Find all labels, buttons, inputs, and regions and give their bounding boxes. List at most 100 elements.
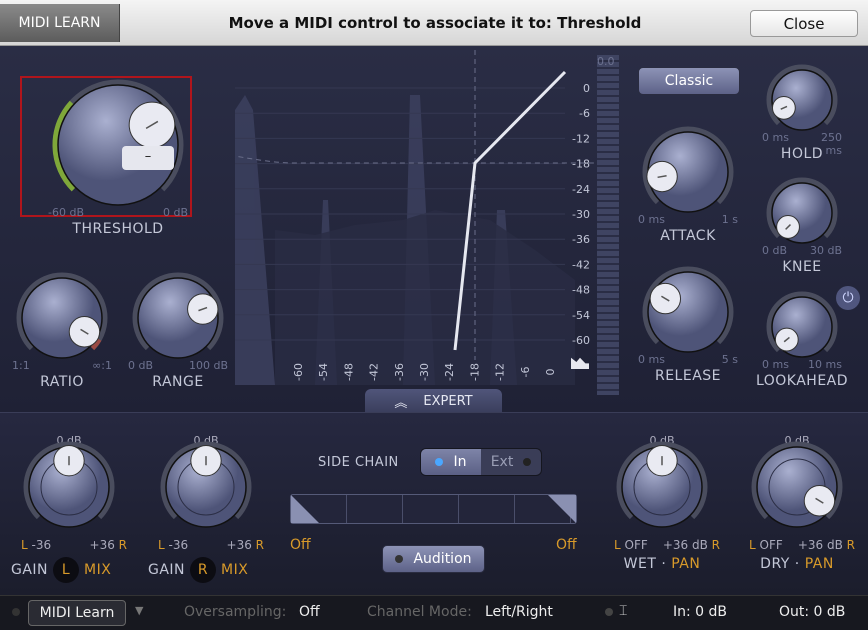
x-tick-label: -60 <box>292 363 305 381</box>
range-label: RANGE <box>152 374 204 390</box>
channel-link-button[interactable]: L <box>53 557 80 583</box>
audition-button[interactable]: Audition <box>382 545 485 573</box>
gain_r-max-label: +36 R <box>226 538 264 552</box>
oversampling-value[interactable]: Off <box>299 604 320 620</box>
y-tick-label: -60 <box>572 334 590 347</box>
chevron-up-icon: ︽ <box>394 395 408 411</box>
release-knob[interactable] <box>640 264 736 364</box>
y-tick-label: -18 <box>572 158 590 171</box>
power-icon[interactable]: ⏻ <box>836 286 860 310</box>
level-meter <box>597 55 619 395</box>
y-tick-label: -12 <box>572 132 590 145</box>
release-min-label: 0 ms <box>638 353 665 366</box>
channel-mode-label: Channel Mode: <box>367 604 472 620</box>
lookahead-min-label: 0 ms <box>762 358 789 371</box>
x-tick-label: -54 <box>317 363 330 381</box>
threshold-min-label: -60 dB <box>48 206 84 219</box>
x-tick-label: -12 <box>494 363 507 381</box>
range-max-label: 100 dB <box>188 359 228 372</box>
side-chain-high-value: Off <box>556 537 577 553</box>
collapse-icon[interactable]: ⌶ <box>619 603 627 619</box>
x-tick-label: -24 <box>443 363 456 381</box>
led-icon <box>523 458 532 466</box>
transfer-graph[interactable]: -60 -54 -48 -42 -36 -30 -24 -18 -12 -6 00-6-12-18-… <box>235 50 595 385</box>
attack-knob[interactable] <box>640 124 736 224</box>
range-min-label: 0 dB <box>128 359 154 372</box>
low-handle[interactable] <box>291 495 319 523</box>
lookahead-label: LOOKAHEAD <box>755 373 849 389</box>
side-chain-range-slider[interactable] <box>290 494 577 524</box>
threshold-label: THRESHOLD <box>72 221 164 237</box>
x-tick-label: 0 <box>544 369 557 376</box>
led-icon <box>435 458 444 466</box>
hold-knob[interactable] <box>764 62 840 142</box>
ratio-label: RATIO <box>40 374 84 390</box>
y-tick-label: -42 <box>572 258 590 271</box>
threshold-max-label: 0 dB <box>162 206 188 219</box>
input-level: In: 0 dB <box>673 604 728 620</box>
range-knob[interactable] <box>130 270 226 370</box>
attack-min-label: 0 ms <box>638 213 665 226</box>
pan-label: PAN <box>671 556 701 572</box>
close-button[interactable]: Close <box>750 10 858 37</box>
gain-label: GAIN <box>148 562 186 578</box>
wet-knob[interactable] <box>614 439 710 539</box>
wet-label: WET <box>623 556 657 572</box>
y-tick-label: -48 <box>572 284 590 297</box>
high-handle[interactable] <box>548 495 576 523</box>
release-label: RELEASE <box>654 368 722 384</box>
side-chain-ext-button[interactable]: Ext <box>481 449 541 475</box>
release-max-label: 5 s <box>721 353 738 366</box>
channel-mode-value[interactable]: Left/Right <box>485 604 553 620</box>
dry-max-label: +36 dB R <box>797 538 855 552</box>
led-icon <box>395 555 404 563</box>
side-chain-low-value: Off <box>290 537 311 553</box>
wet-min-label: L L OFFOFF <box>614 538 648 552</box>
hold-label: HOLD <box>780 146 824 162</box>
dry-min-label: L L OFFOFF <box>749 538 783 552</box>
led-icon <box>605 608 613 616</box>
value-tooltip: – <box>122 146 174 170</box>
x-tick-label: -36 <box>393 363 406 381</box>
attack-label: ATTACK <box>660 228 716 244</box>
expert-toggle[interactable]: ︽ EXPERT <box>365 389 502 413</box>
gain_r-min-label: L L -36-36 <box>158 538 189 552</box>
x-tick-label: -42 <box>368 363 381 381</box>
knee-knob[interactable] <box>764 175 840 255</box>
x-tick-label: -18 <box>468 363 481 381</box>
mix-label: MIX <box>221 562 249 578</box>
x-tick-label: -6 <box>519 367 532 378</box>
midi-learn-button[interactable]: MIDI Learn <box>28 600 126 626</box>
dry-knob[interactable] <box>749 439 845 539</box>
channel-link-button[interactable]: R <box>190 557 217 583</box>
y-tick-label: -54 <box>572 309 590 322</box>
lookahead-knob[interactable] <box>764 289 840 369</box>
hold-min-label: 0 ms <box>762 131 789 144</box>
midi-dropdown-icon[interactable]: ▼ <box>135 604 143 617</box>
wet-max-label: +36 dB R <box>662 538 720 552</box>
gain-label: GAIN <box>11 562 49 578</box>
dry-label: DRY <box>760 556 790 572</box>
mix-label: MIX <box>84 562 112 578</box>
midi-learn-tab[interactable]: MIDI LEARN <box>0 4 120 42</box>
oversampling-label: Oversampling: <box>184 604 287 620</box>
pan-label: PAN <box>804 556 834 572</box>
attack-max-label: 1 s <box>721 213 738 226</box>
side-chain-switch: In Ext <box>420 448 542 476</box>
midi-learn-bar: MIDI LEARN Move a MIDI control to associ… <box>0 0 868 46</box>
ratio-knob[interactable] <box>14 270 110 370</box>
knee-min-label: 0 dB <box>762 244 788 257</box>
gain_l-min-label: L L -36-36 <box>21 538 52 552</box>
gain_r-knob[interactable] <box>158 439 254 539</box>
gain_l-knob[interactable] <box>21 439 117 539</box>
gain_l-max-label: +36 R <box>89 538 127 552</box>
y-tick-label: -30 <box>572 208 590 221</box>
x-tick-label: -30 <box>418 363 431 381</box>
output-level: Out: 0 dB <box>779 604 846 620</box>
classic-mode-button[interactable]: Classic <box>638 67 740 95</box>
y-tick-label: -36 <box>572 233 590 246</box>
ratio-min-label: 1:1 <box>12 359 30 372</box>
y-tick-label: -6 <box>579 107 590 120</box>
side-chain-in-button[interactable]: In <box>421 449 481 475</box>
y-tick-label: 0 <box>583 82 590 95</box>
